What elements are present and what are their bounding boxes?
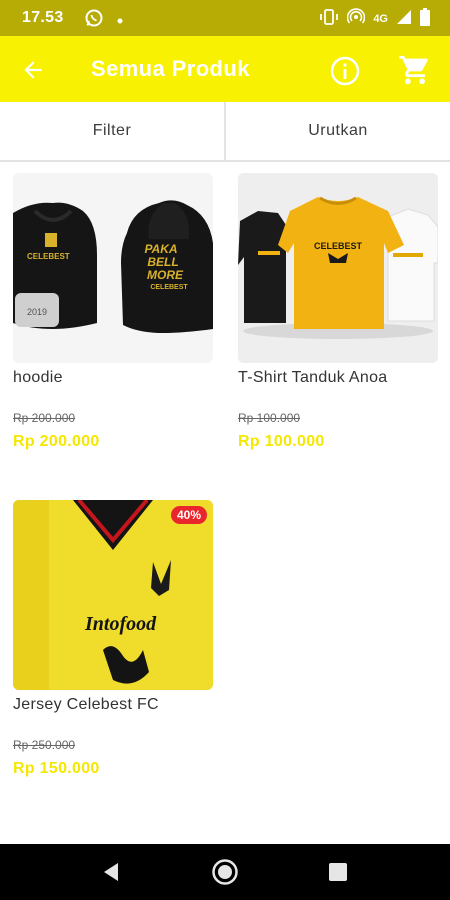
product-old-price: Rp 200.000 (13, 411, 76, 425)
cart-icon (399, 55, 428, 85)
nav-back-button[interactable] (98, 858, 126, 886)
info-icon (330, 56, 360, 86)
status-bar: 17.53 4G (0, 0, 450, 36)
filter-button[interactable]: Filter (0, 102, 224, 160)
back-arrow-icon (24, 61, 42, 79)
product-image-hoodie: CELEBEST 2019 PAKA BELL MORE CELEBEST (13, 173, 213, 363)
status-time: 17.53 (22, 9, 64, 26)
hoodie-front-print: CELEBEST (27, 252, 70, 261)
hoodie-tag-text: 2019 (27, 307, 47, 317)
whatsapp-icon (84, 8, 104, 33)
status-notification-icons (84, 8, 124, 33)
battery-icon (420, 8, 430, 29)
recents-square-icon (329, 863, 347, 881)
jersey-sponsor-text: Intofood (84, 613, 157, 635)
product-price: Rp 200.000 (13, 433, 100, 450)
back-triangle-icon (104, 863, 118, 881)
hotspot-icon (347, 8, 366, 29)
status-system-icons: 4G (319, 8, 430, 29)
hoodie-back-line-4: CELEBEST (150, 284, 188, 291)
sort-button[interactable]: Urutkan (226, 102, 450, 160)
product-image-jersey: Intofood 40% (13, 500, 213, 690)
nav-recents-button[interactable] (324, 858, 352, 886)
info-button[interactable] (328, 54, 362, 88)
discount-badge: 40% (170, 506, 207, 524)
cart-button[interactable] (396, 52, 434, 88)
filter-sort-bar: Filter Urutkan (0, 102, 450, 162)
product-price: Rp 150.000 (13, 760, 100, 777)
product-old-price: Rp 250.000 (13, 738, 76, 752)
nav-home-button[interactable] (211, 858, 239, 886)
network-type-label: 4G (373, 12, 388, 25)
product-name: hoodie (13, 369, 63, 386)
product-name: Jersey Celebest FC (13, 696, 159, 713)
dot-icon (116, 12, 124, 30)
tshirt-print-text: CELEBEST (314, 241, 363, 251)
product-image-tshirt: CELEBEST (238, 173, 438, 363)
home-circle-icon (212, 859, 238, 885)
hoodie-back-line-2: BELL (147, 255, 178, 269)
signal-icon (396, 9, 412, 28)
system-navigation-bar (0, 844, 450, 900)
page-title: Semua Produk (91, 56, 250, 81)
back-button[interactable] (16, 53, 50, 87)
hoodie-back-line-1: PAKA (144, 242, 177, 256)
hoodie-back-line-3: MORE (147, 268, 184, 282)
product-price: Rp 100.000 (238, 433, 325, 450)
vibrate-icon (319, 9, 339, 28)
product-old-price: Rp 100.000 (238, 411, 301, 425)
app-bar: Semua Produk (0, 36, 450, 102)
product-name: T-Shirt Tanduk Anoa (238, 369, 388, 386)
